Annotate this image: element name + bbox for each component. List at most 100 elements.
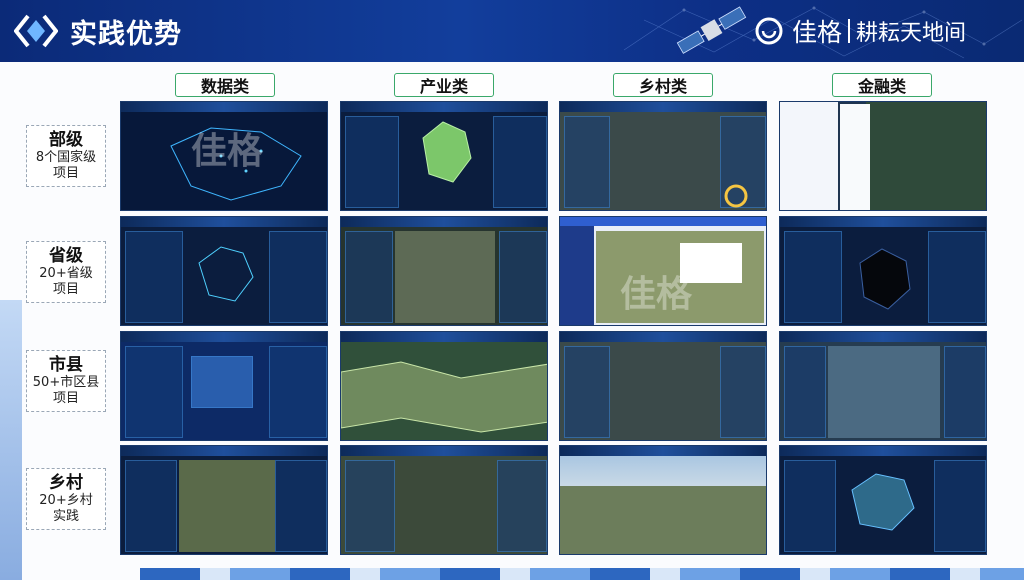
dashboard-title-bar [560, 102, 766, 112]
region-map-icon [851, 473, 915, 531]
dashboard-title-bar [780, 332, 986, 342]
side-panel [125, 460, 177, 552]
watermark-text: 佳格 [620, 274, 693, 315]
side-panel [944, 346, 986, 438]
side-panel [493, 116, 547, 208]
dashboard-title-bar [341, 332, 547, 342]
row-detail: 项目 [52, 282, 79, 297]
dashboard-title-bar [121, 446, 327, 456]
dashboard-thumbnail[interactable] [340, 445, 548, 555]
dashboard-thumbnail[interactable] [120, 216, 328, 326]
dashboard-thumbnail[interactable] [559, 445, 767, 555]
row-label-city: 市县 50+市区县 项目 [26, 350, 106, 412]
dashboard-thumbnail[interactable] [779, 216, 987, 326]
finance-menu [780, 102, 838, 210]
side-panel [784, 346, 826, 438]
brand-logo: 佳格 耕耘天地间 [754, 14, 966, 48]
row-label-ministry: 部级 8个国家级 项目 [26, 125, 106, 187]
dashboard-thumbnail[interactable] [120, 445, 328, 555]
column-header-finance: 金融类 [832, 73, 932, 97]
row-label-province: 省级 20+省级 项目 [26, 241, 106, 303]
side-panel [928, 231, 986, 323]
row-level: 省级 [49, 246, 83, 266]
row-detail: 8个国家级 [35, 150, 97, 165]
bottom-decoration [140, 568, 1024, 580]
dashboard-title-bar [560, 446, 766, 456]
region-map-icon [422, 121, 472, 183]
dashboard-title-bar [560, 332, 766, 342]
dashboard-thumbnail[interactable] [779, 331, 987, 441]
row-label-village: 乡村 20+乡村 实践 [26, 468, 106, 530]
dashboard-title-bar [341, 102, 547, 112]
dashboard-title-bar [341, 217, 547, 227]
side-panel [345, 460, 395, 552]
dashboard-thumbnail[interactable] [340, 101, 548, 211]
side-panel [564, 346, 610, 438]
province-map-icon [198, 246, 254, 302]
dashboard-thumbnail[interactable] [779, 445, 987, 555]
side-panel [125, 231, 183, 323]
satellite-map [395, 231, 495, 323]
dashboard-title-bar [121, 217, 327, 227]
side-panel [784, 460, 836, 552]
side-panel [720, 346, 766, 438]
satellite-map [179, 460, 275, 552]
column-header-industry: 产业类 [394, 73, 494, 97]
satellite-map [866, 102, 986, 210]
side-panel [345, 116, 399, 208]
logo-divider [848, 19, 851, 43]
terrain-map-icon [341, 361, 547, 433]
side-panel [784, 231, 842, 323]
satellite-icon [676, 6, 747, 54]
column-header-rural: 乡村类 [613, 73, 713, 97]
nav-menu [560, 226, 594, 325]
side-panel [934, 460, 986, 552]
dashboard-title-bar [341, 446, 547, 456]
dashboard-thumbnail[interactable] [779, 101, 987, 211]
aerial-photo [560, 486, 766, 554]
row-level: 市县 [49, 355, 83, 375]
gauge-icon [724, 184, 748, 208]
header-banner: 实践优势 佳格 耕耘天地间 [0, 0, 1024, 62]
row-level: 乡村 [49, 473, 83, 493]
side-panel [269, 231, 327, 323]
detail-list [840, 104, 870, 210]
dashboard-title-bar [560, 217, 766, 226]
brand-name: 佳格 [792, 18, 843, 47]
region-map-icon [859, 248, 911, 310]
row-detail: 20+省级 [39, 266, 93, 281]
diamond-arrows-icon [14, 14, 58, 48]
dashboard-title-bar [780, 217, 986, 227]
side-panel [125, 346, 183, 438]
dashboard-thumbnail[interactable] [340, 216, 548, 326]
dashboard-title-bar [121, 102, 327, 112]
side-panel [275, 460, 327, 552]
left-decoration [0, 300, 22, 580]
dashboard-thumbnail[interactable]: 佳格 [120, 101, 328, 211]
side-panel [497, 460, 547, 552]
side-panel [564, 116, 610, 208]
brand-slogan: 耕耘天地间 [856, 21, 967, 46]
row-level: 部级 [49, 130, 83, 150]
dashboard-thumbnail[interactable] [340, 331, 548, 441]
dashboard-title-bar [121, 332, 327, 342]
satellite-map [828, 346, 940, 438]
page-title: 实践优势 [70, 19, 182, 50]
row-detail: 20+乡村 [39, 493, 93, 508]
dashboard-thumbnail[interactable]: 佳格 [559, 216, 767, 326]
logo-ring-icon [755, 17, 783, 45]
dashboard-thumbnail[interactable] [559, 331, 767, 441]
side-panel [269, 346, 327, 438]
row-detail: 项目 [52, 391, 79, 406]
watermark-text: 佳格 [191, 131, 264, 172]
side-panel [345, 231, 393, 323]
side-panel [499, 231, 547, 323]
dashboard-thumbnail[interactable] [120, 331, 328, 441]
dashboard-thumbnail[interactable] [559, 101, 767, 211]
column-header-data: 数据类 [175, 73, 275, 97]
dashboard-title-bar [780, 446, 986, 456]
center-panel [191, 356, 253, 408]
row-detail: 项目 [52, 166, 79, 181]
row-detail: 实践 [52, 509, 79, 524]
row-detail: 50+市区县 [32, 375, 100, 390]
